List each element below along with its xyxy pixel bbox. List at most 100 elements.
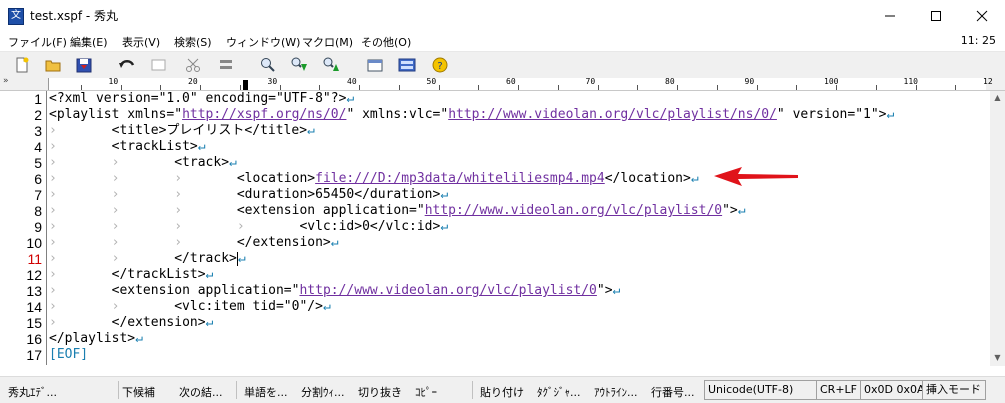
code-text[interactable]: › <extension application="http://www.vid…	[49, 283, 620, 299]
status-next-candidate[interactable]: 下候補	[122, 384, 155, 400]
ruler-gutter-mark: »	[3, 76, 9, 86]
scroll-up-icon[interactable]: ▲	[993, 93, 1002, 102]
status-newline[interactable]: CR+LF	[816, 380, 862, 400]
vertical-scrollbar[interactable]: ▲ ▼	[990, 91, 1005, 366]
menu-edit[interactable]: 編集(E)	[70, 34, 108, 50]
status-insert-mode[interactable]: 挿入モード	[922, 380, 986, 400]
menu-macro[interactable]: マクロ(M)	[302, 34, 353, 50]
search-prev-icon[interactable]	[322, 56, 340, 74]
ruler-tick	[557, 85, 559, 90]
ruler-tick	[478, 85, 480, 90]
code-text[interactable]: › › <track>↵	[49, 155, 237, 171]
code-text[interactable]: › <title>プレイリスト</title>↵	[49, 123, 315, 139]
ruler-tick	[875, 85, 877, 90]
ruler-tick	[637, 85, 639, 90]
code-text[interactable]: <?xml version="1.0" encoding="UTF-8"?>↵	[49, 91, 354, 107]
maximize-button[interactable]	[913, 0, 959, 31]
open-folder-icon[interactable]	[44, 56, 62, 74]
code-line[interactable]: 16 </playlist>↵	[0, 331, 990, 347]
code-line[interactable]: 7 › › › <duration>65450</duration>↵	[0, 187, 990, 203]
code-line[interactable]: 1 <?xml version="1.0" encoding="UTF-8"?>↵	[0, 91, 990, 107]
code-line[interactable]: 15 › </extension>↵	[0, 315, 990, 331]
ruler-tick	[597, 85, 599, 90]
code-line[interactable]: 14 › › <vlc:item tid="0"/>↵	[0, 299, 990, 315]
status-paste[interactable]: 貼り付け	[480, 384, 524, 400]
code-line[interactable]: 6 › › › <location>file:///D:/mp3data/whit…	[0, 171, 990, 187]
title-bar: 文 test.xspf - 秀丸	[0, 0, 1005, 31]
ruler-tick	[716, 85, 718, 90]
menu-file[interactable]: ファイル(F)	[8, 34, 67, 50]
undo-icon[interactable]	[118, 56, 136, 74]
status-line-number[interactable]: 行番号...	[651, 384, 695, 400]
menu-other[interactable]: その他(O)	[361, 34, 411, 50]
code-text[interactable]: </playlist>↵	[49, 331, 143, 347]
code-text[interactable]: › › › › <vlc:id>0</vlc:id>↵	[49, 219, 448, 235]
status-copy[interactable]: ｺﾋﾟｰ	[415, 384, 437, 400]
menu-view[interactable]: 表示(V)	[122, 34, 160, 50]
ruler-tick	[160, 85, 162, 90]
code-text[interactable]: › › › <duration>65450</duration>↵	[49, 187, 448, 203]
save-icon[interactable]	[75, 56, 93, 74]
status-outline[interactable]: ｱｳﾄﾗｲﾝ...	[594, 384, 638, 400]
help-icon[interactable]: ?	[431, 56, 449, 74]
menu-bar: ファイル(F) 編集(E) 表示(V) 検索(S) ウィンドウ(W) マクロ(M…	[0, 31, 1005, 52]
line-number: 3	[34, 123, 42, 139]
redo-icon[interactable]	[150, 56, 168, 74]
code-line[interactable]: 3 › <title>プレイリスト</title>↵	[0, 123, 990, 139]
code-text[interactable]: <playlist xmlns="http://xspf.org/ns/0/" …	[49, 107, 894, 123]
minimize-icon	[885, 15, 895, 16]
app-icon[interactable]: 文	[8, 8, 24, 25]
search-icon[interactable]	[259, 56, 277, 74]
ruler-tick	[438, 85, 440, 90]
code-text[interactable]: › <trackList>↵	[49, 139, 206, 155]
status-next-result[interactable]: 次の結...	[179, 384, 223, 400]
search-next-icon[interactable]	[290, 56, 308, 74]
code-text[interactable]: › › </track>↵	[49, 251, 246, 267]
status-cut[interactable]: 切り抜き	[358, 384, 402, 400]
code-line[interactable]: 2 <playlist xmlns="http://xspf.org/ns/0/"…	[0, 107, 990, 123]
split-window-icon[interactable]	[398, 56, 416, 74]
line-number: 13	[26, 283, 42, 299]
status-hidemaru-editor[interactable]: 秀丸ｴﾃﾞ...	[8, 384, 57, 400]
line-number-separator	[46, 91, 47, 365]
red-arrow-annotation	[714, 167, 798, 186]
code-line[interactable]: 17 [EOF]	[0, 347, 990, 363]
code-text[interactable]: › › › </extension>↵	[49, 235, 339, 251]
menu-window[interactable]: ウィンドウ(W)	[226, 34, 300, 50]
code-text[interactable]: [EOF]	[49, 347, 88, 363]
code-line[interactable]: 11 › › </track>↵	[0, 251, 990, 267]
status-tag-jump[interactable]: ﾀｸﾞｼﾞｬ...	[537, 384, 581, 400]
code-line[interactable]: 4 › <trackList>↵	[0, 139, 990, 155]
code-line[interactable]: 8 › › › <extension application="http://ww…	[0, 203, 990, 219]
ruler-tick	[319, 85, 321, 90]
editor-area[interactable]: 1 <?xml version="1.0" encoding="UTF-8"?>↵…	[0, 91, 990, 366]
window-icon[interactable]	[366, 56, 384, 74]
code-line[interactable]: 12 › </trackList>↵	[0, 267, 990, 283]
new-file-icon[interactable]	[13, 56, 31, 74]
code-line[interactable]: 10 › › › </extension>↵	[0, 235, 990, 251]
status-bar: 秀丸ｴﾃﾞ... 下候補 次の結... 単語を... 分割ｳｨ... 切り抜き …	[0, 376, 1005, 403]
minimize-button[interactable]	[867, 0, 913, 31]
code-text[interactable]: › › <vlc:item tid="0"/>↵	[49, 299, 331, 315]
code-text[interactable]: › </trackList>↵	[49, 267, 213, 283]
status-word[interactable]: 単語を...	[244, 384, 288, 400]
ruler-tick	[80, 85, 82, 90]
status-split-window[interactable]: 分割ｳｨ...	[301, 384, 345, 400]
code-line[interactable]: 13 › <extension application="http://www.v…	[0, 283, 990, 299]
copy-icon[interactable]	[217, 56, 235, 74]
cut-icon[interactable]	[184, 56, 202, 74]
menu-search[interactable]: 検索(S)	[174, 34, 212, 50]
ruler-label: 90	[744, 77, 755, 86]
code-text[interactable]: › › › <extension application="http://www…	[49, 203, 746, 219]
close-button[interactable]	[959, 0, 1005, 31]
line-number: 9	[34, 219, 42, 235]
status-encoding[interactable]: Unicode(UTF-8)	[704, 380, 818, 400]
code-text[interactable]: › </extension>↵	[49, 315, 213, 331]
status-divider	[118, 381, 119, 399]
scroll-down-icon[interactable]: ▼	[993, 353, 1002, 362]
code-line[interactable]: 9 › › › › <vlc:id>0</vlc:id>↵	[0, 219, 990, 235]
code-text[interactable]: › › › <location>file:///D:/mp3data/white…	[49, 171, 699, 187]
ruler-label: 40	[347, 77, 357, 86]
code-line[interactable]: 5 › › <track>↵	[0, 155, 990, 171]
line-number: 16	[26, 331, 42, 347]
